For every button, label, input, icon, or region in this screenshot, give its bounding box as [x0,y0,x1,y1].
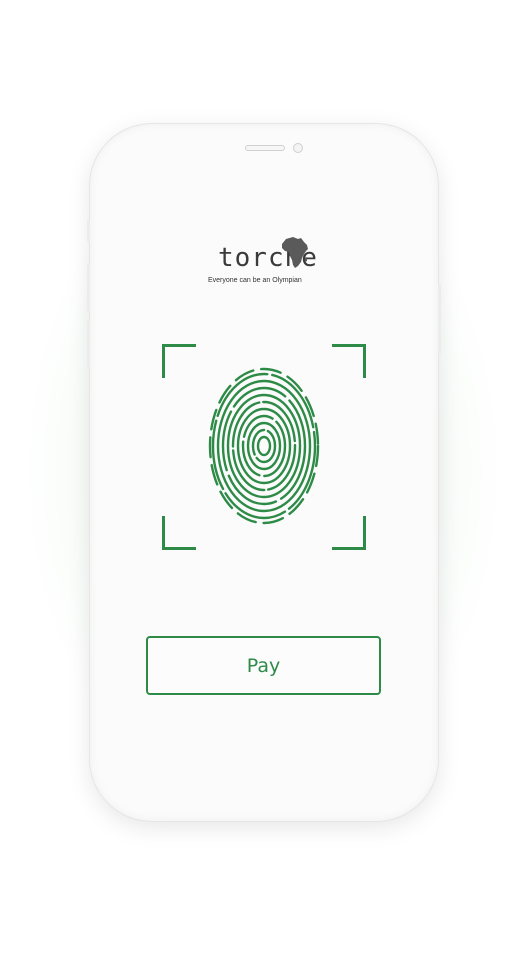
side-button-left-3 [87,320,90,368]
scanner-corner-top-right [332,344,366,378]
fingerprint-scanner[interactable] [162,344,366,550]
phone-speaker [245,145,285,151]
africa-map-icon [282,237,308,268]
backdrop: torche Everyone can be an Olympian Pay [0,0,527,968]
phone-frame: torche Everyone can be an Olympian Pay [87,124,441,821]
side-button-right [438,284,441,354]
brand-tagline: Everyone can be an Olympian [208,277,302,284]
scanner-corner-bottom-right [332,516,366,550]
scanner-corner-bottom-left [162,516,196,550]
side-button-left-2 [87,264,90,312]
brand-logo: torche Everyone can be an Olympian [208,234,328,294]
pay-button[interactable]: Pay [146,636,381,695]
scanner-corner-top-left [162,344,196,378]
phone-camera [293,143,303,153]
side-button-left-1 [87,220,90,242]
fingerprint-icon [208,367,320,525]
